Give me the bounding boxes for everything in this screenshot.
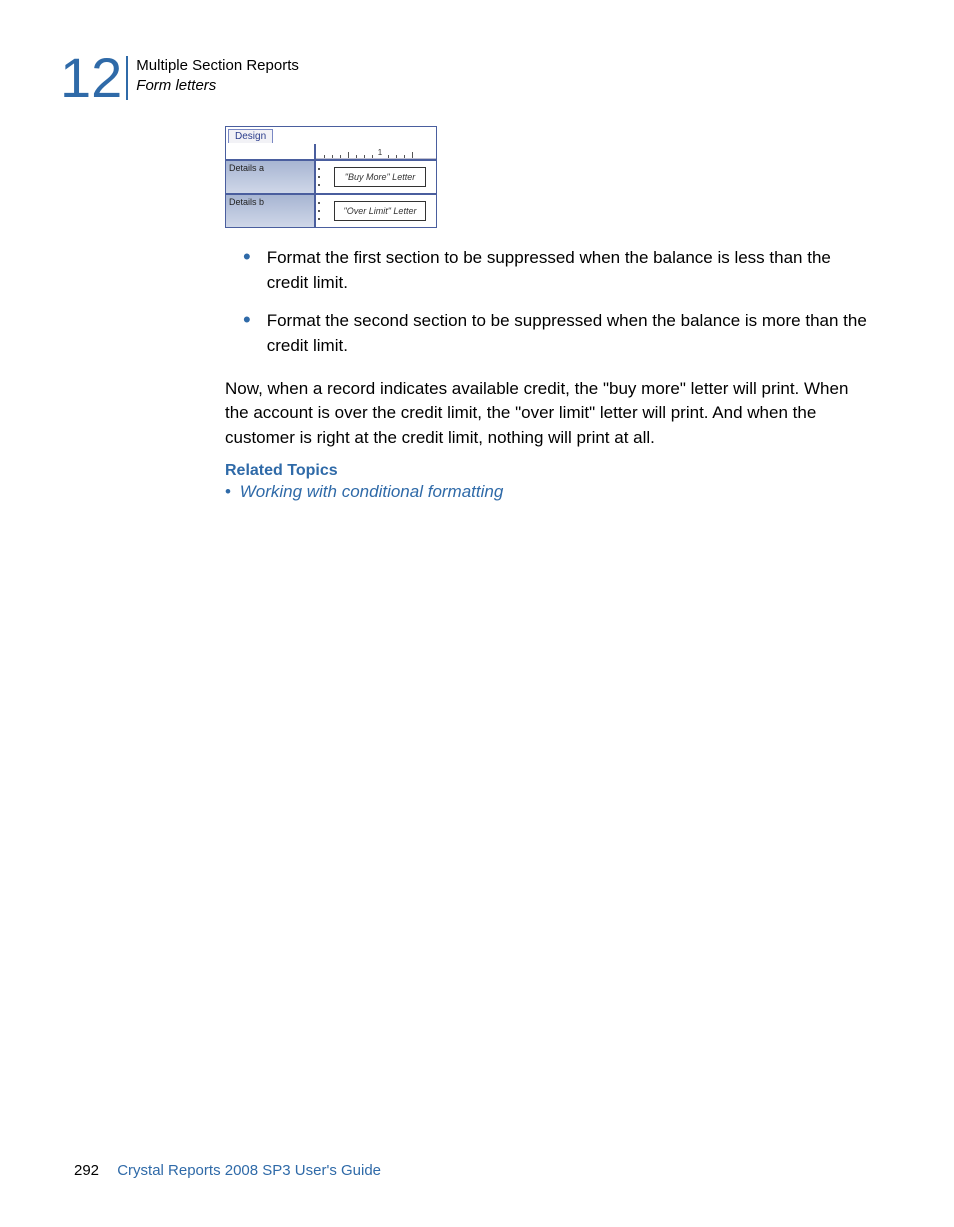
design-row-a: Details a "Buy More" Letter — [226, 159, 436, 193]
ruler-left-blank — [226, 144, 316, 159]
related-topics-heading: Related Topics — [225, 462, 874, 480]
related-link-text[interactable]: Working with conditional formatting — [240, 482, 504, 501]
related-link[interactable]: • Working with conditional formatting — [225, 482, 874, 502]
bullet-icon: • — [243, 309, 251, 358]
chapter-number: 12 — [60, 50, 122, 106]
header-text: Multiple Section Reports Form letters — [136, 50, 299, 95]
dot-column-icon — [318, 199, 320, 223]
bullet-icon: • — [225, 482, 231, 501]
row-canvas-a: "Buy More" Letter — [316, 161, 436, 193]
tab-design: Design — [228, 129, 273, 143]
row-label-a: Details a — [226, 161, 316, 193]
bullet-text-1: Format the first section to be suppresse… — [267, 246, 874, 295]
row-label-b: Details b — [226, 195, 316, 227]
page: 12 Multiple Section Reports Form letters… — [0, 0, 954, 1227]
letter-box-b: "Over Limit" Letter — [334, 201, 426, 221]
tab-row: Design — [226, 127, 436, 144]
header-title: Multiple Section Reports — [136, 56, 299, 76]
row-canvas-b: "Over Limit" Letter — [316, 195, 436, 227]
bullet-icon: • — [243, 246, 251, 295]
list-item: • Format the second section to be suppre… — [243, 309, 874, 358]
letter-box-a: "Buy More" Letter — [334, 167, 426, 187]
paragraph: Now, when a record indicates available c… — [225, 377, 874, 451]
header-subtitle: Form letters — [136, 76, 299, 96]
guide-title: Crystal Reports 2008 SP3 User's Guide — [117, 1162, 381, 1179]
design-row-b: Details b "Over Limit" Letter — [226, 193, 436, 227]
dot-column-icon — [318, 165, 320, 189]
bullet-list: • Format the first section to be suppres… — [243, 246, 874, 359]
page-header: 12 Multiple Section Reports Form letters — [60, 50, 894, 106]
list-item: • Format the first section to be suppres… — [243, 246, 874, 295]
page-footer: 292 Crystal Reports 2008 SP3 User's Guid… — [74, 1162, 381, 1179]
header-divider — [126, 56, 128, 100]
ruler-row: 1 — [226, 144, 436, 159]
bullet-text-2: Format the second section to be suppress… — [267, 309, 874, 358]
page-number: 292 — [74, 1162, 99, 1179]
design-figure: Design 1 — [225, 126, 437, 228]
content-area: Design 1 — [225, 126, 874, 502]
ruler-scale: 1 — [316, 144, 436, 159]
ruler-number: 1 — [378, 148, 382, 157]
